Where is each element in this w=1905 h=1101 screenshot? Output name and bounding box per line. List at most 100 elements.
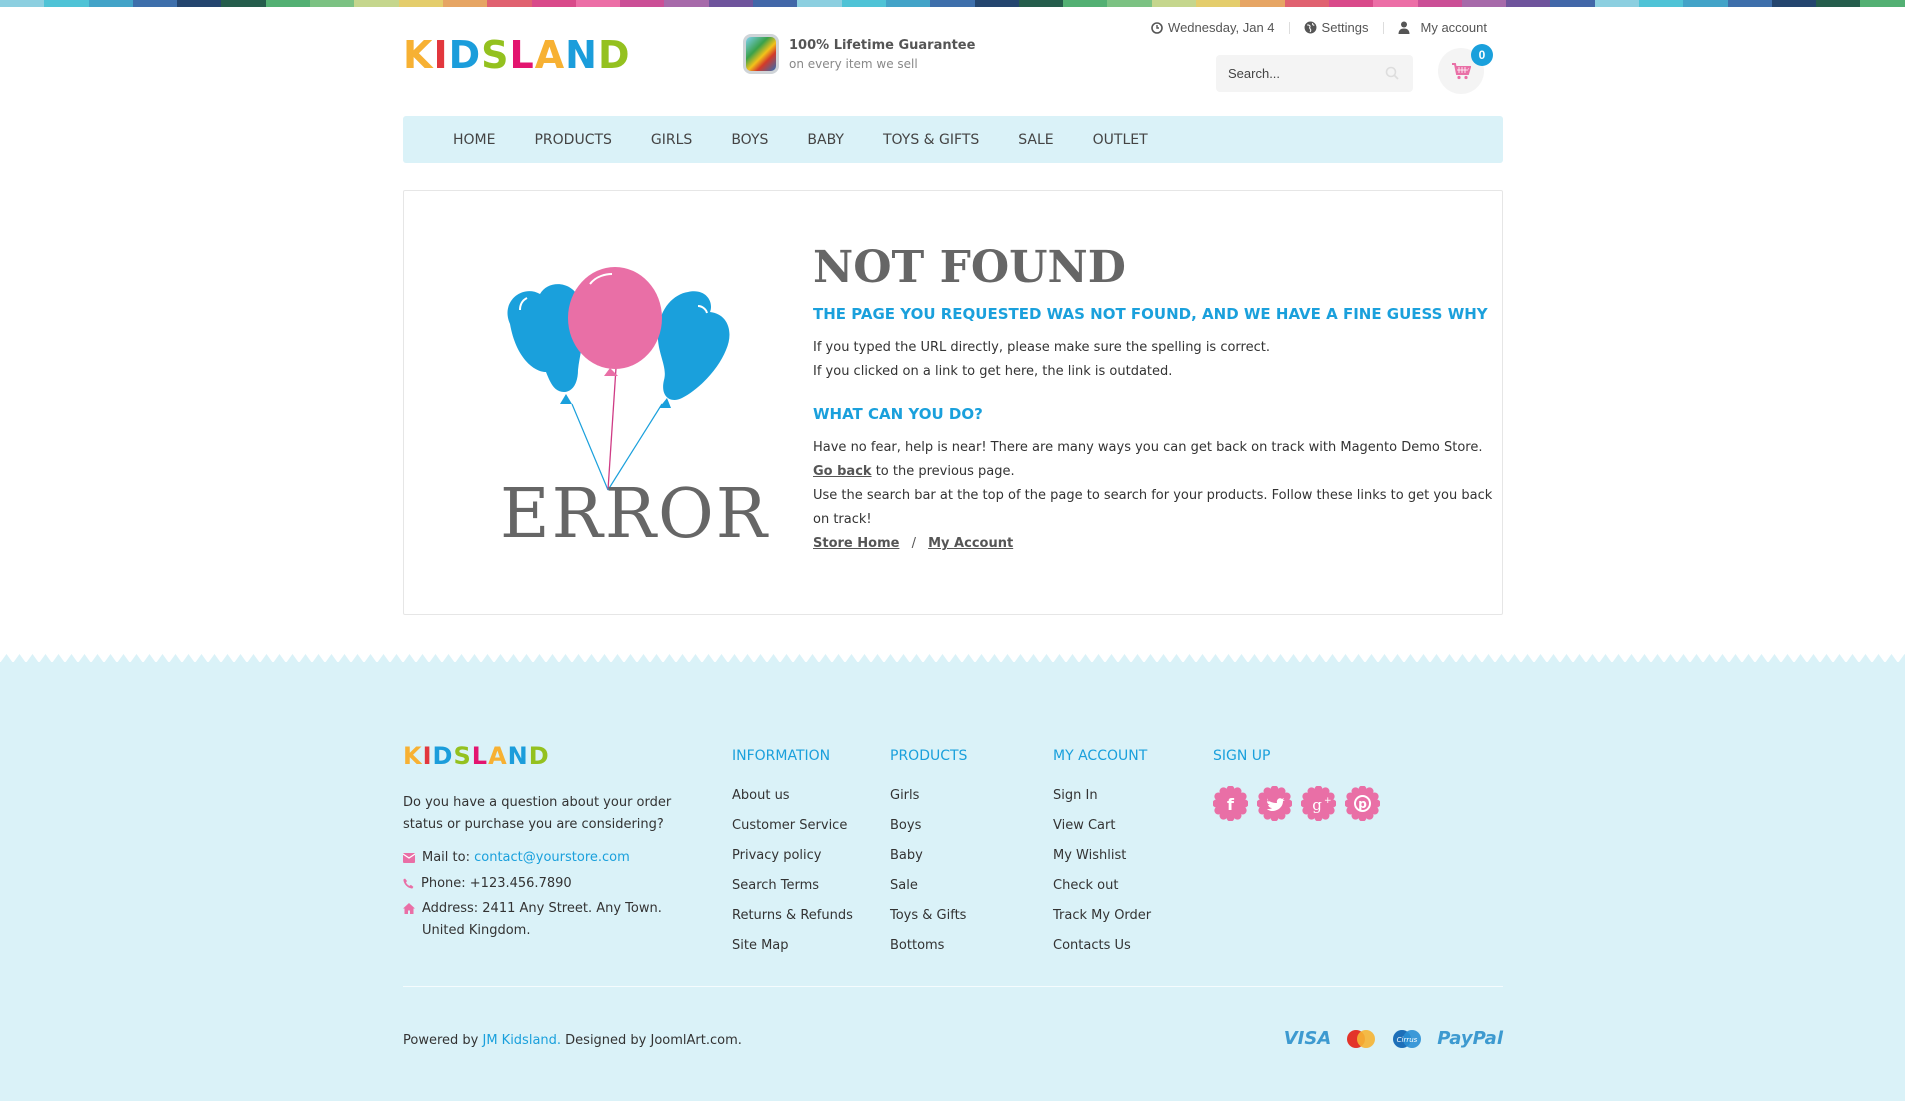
settings-link[interactable]: Settings	[1304, 20, 1369, 35]
stripe-segment	[974, 0, 1019, 7]
footer-logo[interactable]: KIDSLAND	[403, 742, 550, 770]
pink-balloon	[568, 267, 662, 369]
nav-products[interactable]: PRODUCTS	[534, 132, 611, 148]
top-links: Wednesday, Jan 4 Settings My account	[1151, 20, 1487, 35]
my-account-link[interactable]: My account	[1398, 20, 1487, 35]
svg-text:Cirrus: Cirrus	[1397, 1036, 1418, 1044]
stripe-segment	[1107, 0, 1152, 7]
footer-col-sign-up: SIGN UP f g + p	[1212, 748, 1381, 822]
stripe-segment	[1328, 0, 1374, 7]
logo-letter: I	[433, 33, 449, 77]
link-separator: /	[911, 536, 916, 551]
footer-heading-products: PRODUCTS	[890, 748, 968, 764]
go-back-link[interactable]: Go back	[813, 464, 872, 479]
go-back-line: Go back to the previous page.	[813, 464, 1015, 479]
mastercard-icon	[1345, 1029, 1377, 1049]
globe-icon	[1304, 21, 1317, 34]
footer-link-check-out[interactable]: Check out	[1053, 878, 1118, 893]
svg-text:+: +	[1324, 796, 1332, 806]
footer-link-track-my-order[interactable]: Track My Order	[1053, 908, 1151, 923]
facebook-icon[interactable]: f	[1212, 785, 1249, 822]
footer-link-bottoms[interactable]: Bottoms	[890, 938, 944, 953]
footer-link-search-terms[interactable]: Search Terms	[732, 878, 819, 893]
stripe-segment	[0, 0, 45, 7]
stripe-segment	[575, 0, 621, 7]
stripe-segment	[1063, 0, 1108, 7]
page-title: NOT FOUND	[813, 242, 1126, 293]
footer-link-boys[interactable]: Boys	[890, 818, 921, 833]
stripe-segment	[44, 0, 89, 7]
site-logo[interactable]: KIDSLAND	[403, 36, 631, 74]
logo-letter: D	[528, 742, 550, 770]
mail-link[interactable]: contact@yourstore.com	[474, 850, 630, 865]
my-account-link[interactable]: My Account	[928, 536, 1013, 551]
stripe-segment	[265, 0, 311, 7]
footer-link-my-wishlist[interactable]: My Wishlist	[1053, 848, 1126, 863]
error-illustration-text: ERROR	[500, 475, 769, 554]
logo-letter: S	[453, 742, 472, 770]
search-icon[interactable]	[1385, 66, 1399, 80]
footer-link-baby[interactable]: Baby	[890, 848, 923, 863]
blue-balloon-right	[657, 291, 730, 400]
powered-by: Powered by JM Kidsland. Designed by Joom…	[403, 1033, 742, 1048]
stripe-segment	[1727, 0, 1772, 7]
footer-phone: Phone: +123.456.7890	[403, 876, 572, 891]
date-display: Wednesday, Jan 4	[1151, 20, 1275, 35]
footer-link-sale[interactable]: Sale	[890, 878, 918, 893]
clock-icon	[1151, 21, 1163, 34]
user-icon	[1398, 21, 1410, 34]
nav-girls[interactable]: GIRLS	[651, 132, 692, 148]
envelope-icon	[403, 852, 415, 863]
footer-heading-sign-up: SIGN UP	[1213, 748, 1271, 764]
nav-home[interactable]: HOME	[453, 132, 495, 148]
footer-link-contacts-us[interactable]: Contacts Us	[1053, 938, 1131, 953]
twitter-icon[interactable]	[1256, 785, 1293, 822]
what-can-you-do-heading: WHAT CAN YOU DO?	[813, 405, 983, 423]
nav-baby[interactable]: BABY	[807, 132, 844, 148]
stripe-segment	[1461, 0, 1507, 7]
footer-link-customer-service[interactable]: Customer Service	[732, 818, 847, 833]
stripe-segment	[1594, 0, 1639, 7]
cart-count-badge: 0	[1471, 44, 1493, 66]
footer-link-returns-refunds[interactable]: Returns & Refunds	[732, 908, 853, 923]
jm-kidsland-link[interactable]: JM Kidsland.	[482, 1033, 561, 1048]
svg-text:p: p	[1358, 797, 1367, 811]
footer-link-privacy-policy[interactable]: Privacy policy	[732, 848, 821, 863]
footer-link-girls[interactable]: Girls	[890, 788, 919, 803]
guarantee-subtitle: on every item we sell	[789, 56, 918, 71]
store-home-link[interactable]: Store Home	[813, 536, 899, 551]
nav-outlet[interactable]: OUTLET	[1093, 132, 1148, 148]
search-input[interactable]	[1216, 66, 1376, 81]
nav-sale[interactable]: SALE	[1018, 132, 1053, 148]
logo-letter: L	[509, 33, 535, 77]
stripe-segment	[620, 0, 665, 7]
logo-letter: I	[422, 742, 433, 770]
home-icon	[403, 903, 415, 914]
stripe-segment	[1373, 0, 1418, 7]
footer-col-information: INFORMATION About us Customer Service Pr…	[732, 748, 853, 966]
footer-link-site-map[interactable]: Site Map	[732, 938, 789, 953]
guarantee-banner: 100% Lifetime Guarantee on every item we…	[743, 34, 975, 74]
logo-letter: L	[471, 742, 489, 770]
nav-toys-gifts[interactable]: TOYS & GIFTS	[883, 132, 979, 148]
nav-boys[interactable]: BOYS	[731, 132, 768, 148]
footer-link-toys-gifts[interactable]: Toys & Gifts	[890, 908, 966, 923]
footer-link-view-cart[interactable]: View Cart	[1053, 818, 1115, 833]
footer-link-about-us[interactable]: About us	[732, 788, 790, 803]
stripe-segment	[1638, 0, 1684, 7]
logo-letter: A	[488, 742, 508, 770]
footer-link-sign-in[interactable]: Sign In	[1053, 788, 1098, 803]
my-account-label: My account	[1420, 20, 1487, 35]
social-links: f g + p	[1212, 785, 1381, 822]
pinterest-icon[interactable]: p	[1344, 785, 1381, 822]
cirrus-icon: Cirrus	[1391, 1029, 1423, 1049]
search-hint-2: on track!	[813, 512, 872, 527]
search-hint-1: Use the search bar at the top of the pag…	[813, 488, 1493, 503]
google-plus-icon[interactable]: g +	[1300, 785, 1337, 822]
stripe-segment	[1196, 0, 1241, 7]
date-text: Wednesday, Jan 4	[1168, 20, 1275, 35]
stripe-segment	[797, 0, 842, 7]
stripe-segment	[930, 0, 975, 7]
stripe-segment	[1018, 0, 1064, 7]
footer-heading-my-account: MY ACCOUNT	[1053, 748, 1148, 764]
